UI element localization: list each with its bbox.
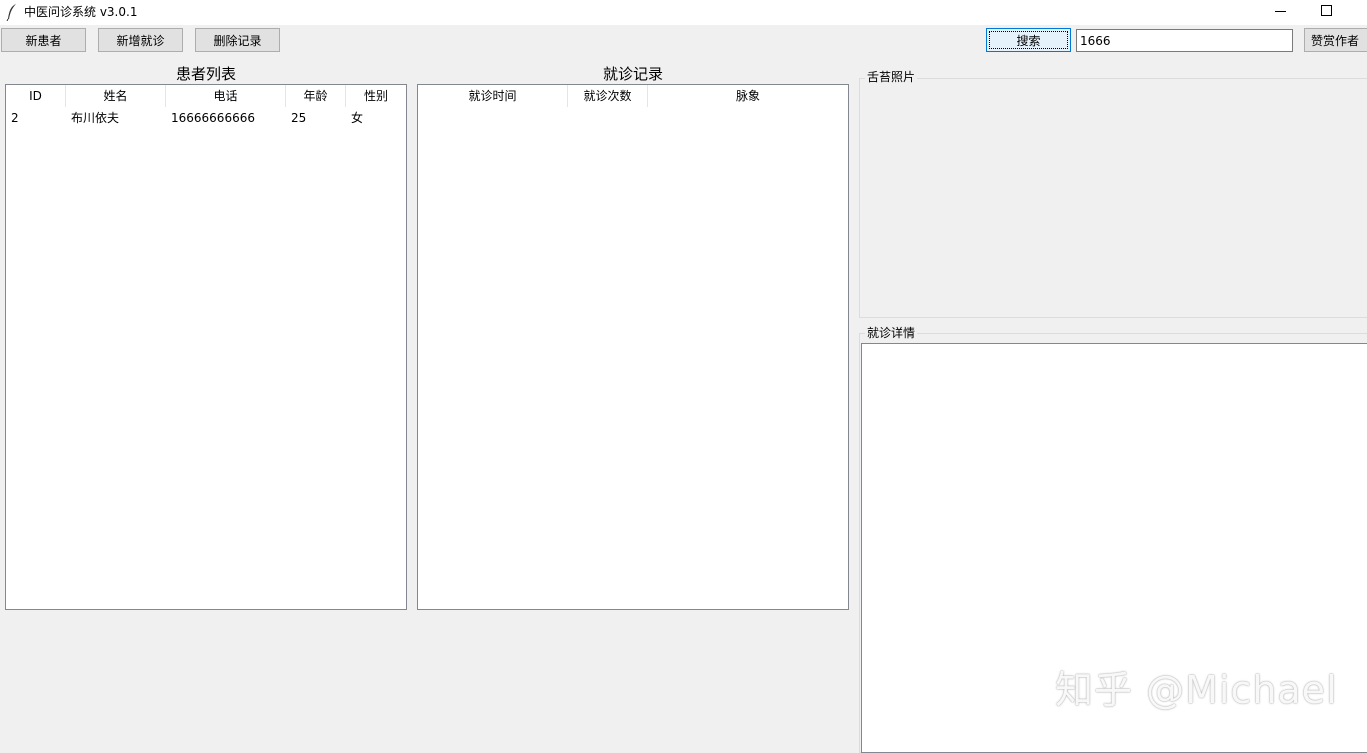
column-header-pulse[interactable]: 脉象 — [648, 85, 848, 107]
tongue-photo-label: 舌苔照片 — [865, 70, 918, 84]
table-row[interactable]: 2 布川依夫 16666666666 25 女 — [6, 108, 406, 128]
column-header-name[interactable]: 姓名 — [66, 85, 166, 107]
column-header-age[interactable]: 年龄 — [286, 85, 346, 107]
cell-phone: 16666666666 — [171, 111, 255, 125]
patient-list-table[interactable]: ID 姓名 电话 年龄 性别 2 布川依夫 16666666666 25 女 — [5, 84, 407, 610]
search-button[interactable]: 搜索 — [986, 28, 1071, 52]
watermark: 知乎 @Michael — [1055, 668, 1338, 712]
visit-detail-label: 就诊详情 — [865, 326, 918, 340]
visit-records-header: 就诊时间 就诊次数 脉象 — [418, 85, 848, 107]
column-header-visit-time[interactable]: 就诊时间 — [418, 85, 568, 107]
patient-list-title: 患者列表 — [175, 65, 236, 83]
cell-id: 2 — [11, 111, 19, 125]
tongue-photo-panel — [859, 78, 1367, 318]
cell-gender: 女 — [351, 111, 364, 125]
column-header-id[interactable]: ID — [6, 85, 66, 107]
window-title: 中医问诊系统 v3.0.1 — [24, 5, 138, 19]
column-header-gender[interactable]: 性别 — [346, 85, 406, 107]
column-header-phone[interactable]: 电话 — [166, 85, 286, 107]
donate-author-button[interactable]: 赞赏作者 — [1304, 28, 1367, 52]
visit-records-table[interactable]: 就诊时间 就诊次数 脉象 — [417, 84, 849, 610]
visit-records-title: 就诊记录 — [602, 65, 663, 83]
delete-record-button[interactable]: 删除记录 — [195, 28, 280, 52]
minimize-icon[interactable] — [1275, 11, 1286, 12]
new-visit-button[interactable]: 新增就诊 — [98, 28, 183, 52]
title-bar: 中医问诊系统 v3.0.1 — [0, 0, 1367, 25]
maximize-icon[interactable] — [1321, 5, 1332, 16]
feather-icon — [6, 4, 16, 21]
cell-age: 25 — [291, 111, 307, 125]
new-patient-button[interactable]: 新患者 — [1, 28, 86, 52]
cell-name: 布川依夫 — [71, 111, 120, 125]
search-input[interactable] — [1076, 29, 1293, 52]
patient-list-header: ID 姓名 电话 年龄 性别 — [6, 85, 406, 107]
column-header-visit-count[interactable]: 就诊次数 — [568, 85, 648, 107]
